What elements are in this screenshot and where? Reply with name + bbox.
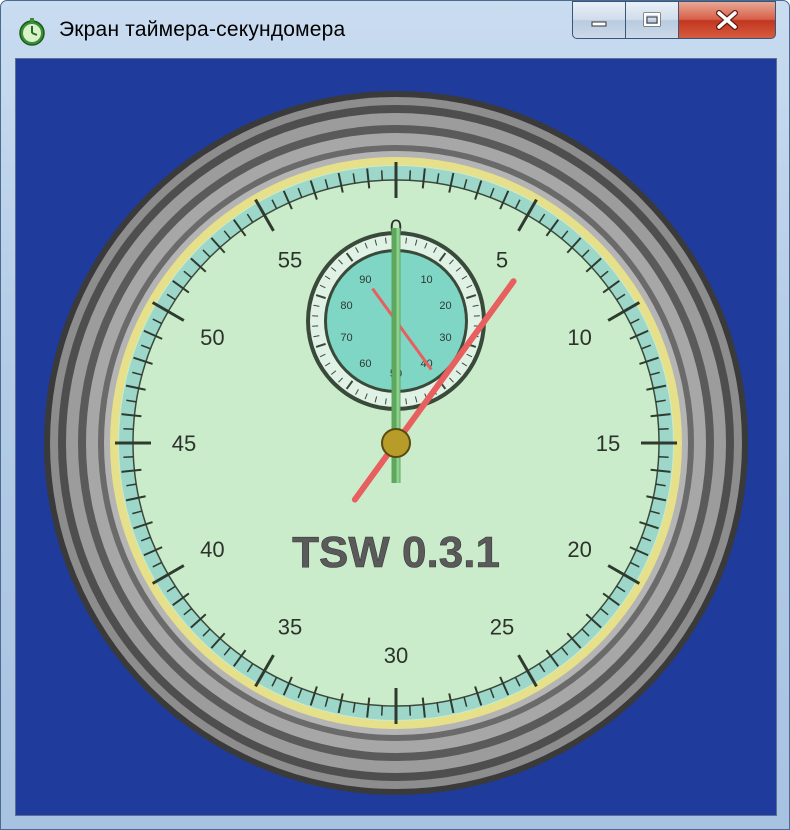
subdial-number-70: 70 [340,332,352,344]
dial-number-10: 10 [567,325,591,350]
minute-tick [123,427,134,430]
maximize-button[interactable] [625,1,679,39]
minimize-button[interactable] [572,1,626,39]
minute-tick [409,705,412,716]
minute-tick [658,456,669,459]
subdial-number-20: 20 [439,300,451,312]
minute-tick [380,170,383,181]
close-button[interactable] [678,1,776,39]
minute-tick [658,427,669,430]
stopwatch-dial[interactable]: 0510152025303540455055 01020304050607080… [16,59,776,815]
minute-tick [380,705,383,716]
dial-number-20: 20 [567,537,591,562]
dial-number-45: 45 [172,431,196,456]
dial-number-5: 5 [496,247,508,272]
title-bar[interactable]: Экран таймера-секундомера [1,1,789,57]
maximize-icon [643,12,661,27]
app-label: TSW 0.3.1 [292,528,500,577]
minute-tick [409,170,412,181]
subdial-number-30: 30 [439,332,451,344]
dial-number-15: 15 [596,431,620,456]
stopwatch-icon [19,18,45,46]
minute-tick [123,456,134,459]
subdial-number-80: 80 [340,300,352,312]
stopwatch-canvas[interactable]: 0510152025303540455055 01020304050607080… [15,58,777,816]
subdial-number-90: 90 [359,274,371,286]
app-window: Экран таймера-секундомера 0 5 10 15 20 2… [0,0,790,830]
dial-number-55: 55 [278,247,302,272]
dial-number-40: 40 [200,537,224,562]
minimize-icon [591,21,607,27]
subdial-number-10: 10 [420,274,432,286]
dial-number-30: 30 [384,643,408,668]
window-title: Экран таймера-секундомера [59,18,346,41]
dial-number-25: 25 [490,615,514,640]
dial-number-50: 50 [200,325,224,350]
subdial-number-60: 60 [359,358,371,370]
dial-number-35: 35 [278,615,302,640]
hand-hub [381,428,411,458]
close-icon [716,10,738,30]
